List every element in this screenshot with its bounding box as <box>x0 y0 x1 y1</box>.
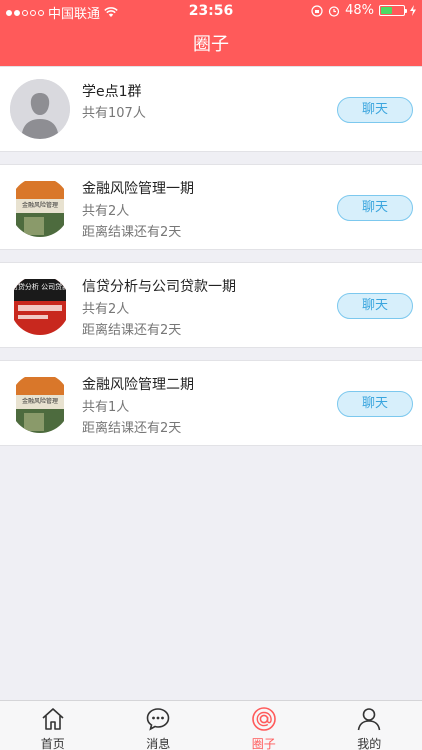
member-count: 共有107人 <box>82 106 146 121</box>
group-name: 信贷分析与公司贷款一期 <box>82 279 236 295</box>
status-bar: 中国联通 23:56 48% <box>0 0 422 22</box>
tab-circle[interactable]: 圈子 <box>211 701 317 750</box>
home-icon <box>42 708 64 730</box>
charging-icon <box>410 5 416 16</box>
tab-messages[interactable]: 消息 <box>106 701 212 750</box>
chat-button[interactable]: 聊天 <box>337 293 413 319</box>
battery-icon <box>379 5 407 16</box>
tab-label: 圈子 <box>251 737 276 750</box>
message-icon <box>146 708 170 731</box>
header-bar: 中国联通 23:56 48% 圈子 <box>0 0 422 66</box>
at-circle-icon <box>251 707 276 731</box>
book-cover-image: 金融风险管理 <box>10 177 70 237</box>
group-name: 金融风险管理二期 <box>82 377 194 393</box>
tab-profile[interactable]: 我的 <box>317 701 422 750</box>
tab-label: 消息 <box>146 737 171 750</box>
rotation-lock-icon <box>311 4 323 17</box>
user-icon <box>357 708 381 731</box>
chat-button[interactable]: 聊天 <box>337 97 413 123</box>
group-list-item[interactable]: 学e点1群 共有107人 聊天 <box>0 66 422 152</box>
course-countdown: 距离结课还有2天 <box>82 421 182 436</box>
battery-percent: 48% <box>345 3 374 18</box>
member-count: 共有2人 <box>82 302 130 317</box>
book-title-text: 金融风险管理 <box>22 201 58 209</box>
book-title-text: 信贷分析 公司贷款 <box>11 282 69 291</box>
book-cover-image: 信贷分析 公司贷款 <box>10 275 70 335</box>
course-countdown: 距离结课还有2天 <box>82 323 182 338</box>
tab-label: 首页 <box>40 737 65 750</box>
course-countdown: 距离结课还有2天 <box>82 225 182 240</box>
book-title-text: 金融风险管理 <box>22 397 58 405</box>
alarm-icon <box>328 5 340 17</box>
member-count: 共有2人 <box>82 204 130 219</box>
member-count: 共有1人 <box>82 400 130 415</box>
tab-label: 我的 <box>357 737 382 750</box>
chat-button[interactable]: 聊天 <box>337 391 413 417</box>
group-list-item[interactable]: 信贷分析 公司贷款 信贷分析与公司贷款一期 共有2人 距离结课还有2天 聊天 <box>0 262 422 348</box>
book-cover-image: 金融风险管理 <box>10 373 70 433</box>
group-list-item[interactable]: 金融风险管理 金融风险管理一期 共有2人 距离结课还有2天 聊天 <box>0 164 422 250</box>
bottom-tab-bar: 首页 消息 圈子 我的 <box>0 700 422 750</box>
tab-home[interactable]: 首页 <box>0 701 106 750</box>
page-title: 圈子 <box>193 34 229 55</box>
group-name: 金融风险管理一期 <box>82 181 194 197</box>
group-name: 学e点1群 <box>82 84 142 100</box>
group-list-item[interactable]: 金融风险管理 金融风险管理二期 共有1人 距离结课还有2天 聊天 <box>0 360 422 446</box>
default-avatar <box>10 79 70 139</box>
chat-button[interactable]: 聊天 <box>337 195 413 221</box>
